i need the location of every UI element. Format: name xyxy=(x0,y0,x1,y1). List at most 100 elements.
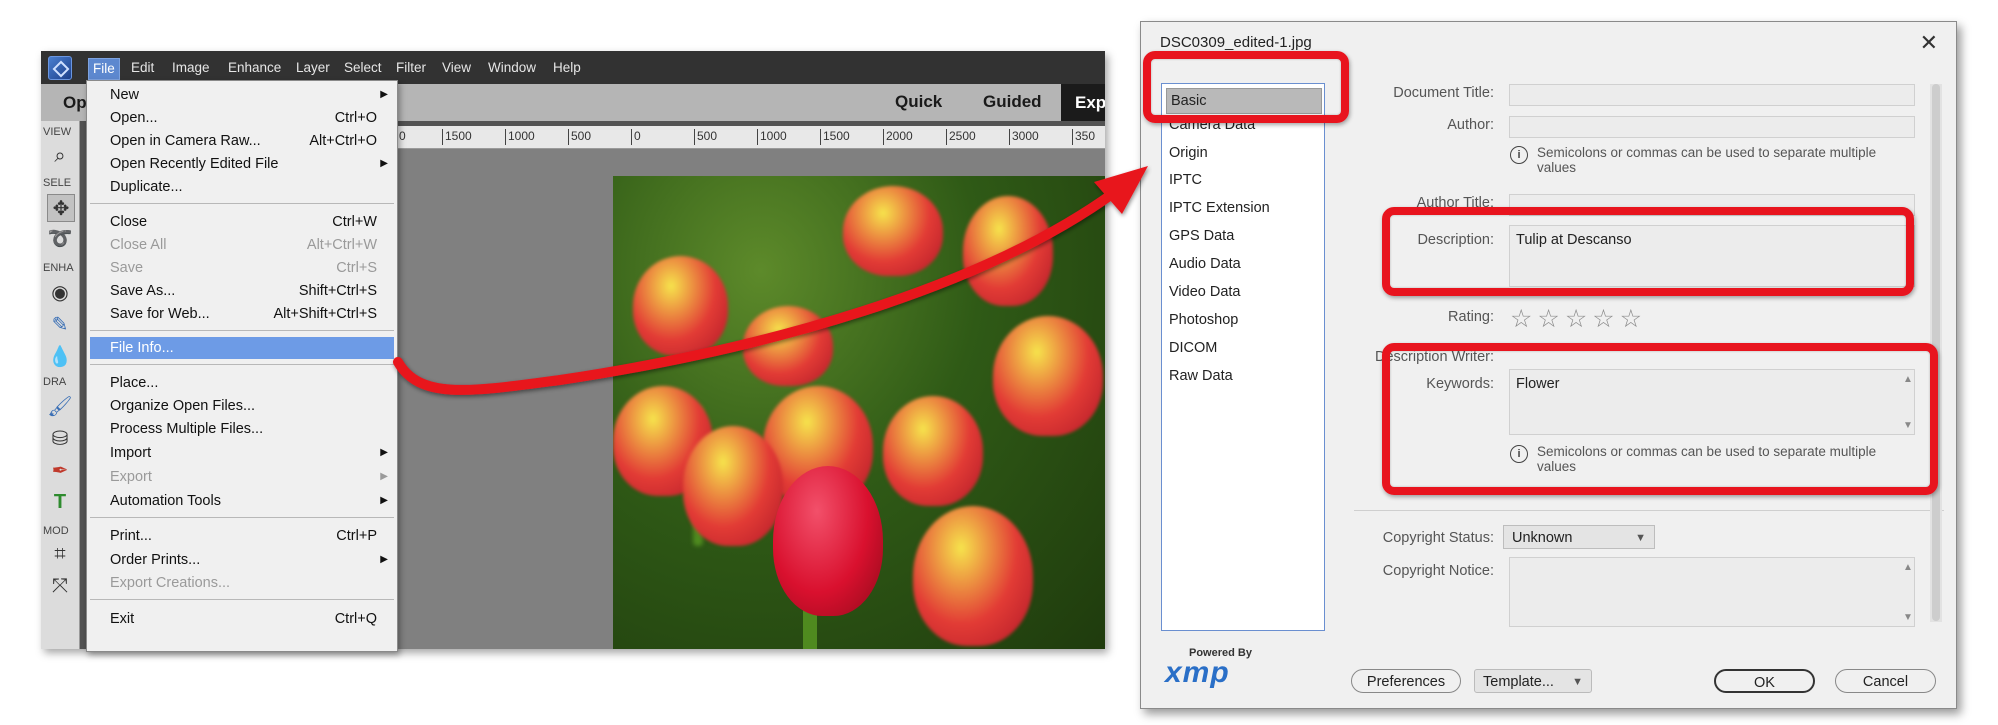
menu-item-place[interactable]: Place... xyxy=(87,372,397,394)
template-button[interactable]: Template... ▼ xyxy=(1474,669,1592,693)
menu-item-shortcut: Ctrl+O xyxy=(334,110,377,126)
menu-item-export-creations: Export Creations... xyxy=(87,572,397,594)
menu-item-open-recent[interactable]: Open Recently Edited File ▶ xyxy=(87,153,397,175)
author-label: Author: xyxy=(1447,117,1494,133)
category-photoshop[interactable]: Photoshop xyxy=(1169,312,1238,328)
tools-panel: VIEW ⌕ SELE ✥ ➰ ENHA ◉ ✎ 💧 DRA 🖌 ⛁ ✒ T M… xyxy=(41,121,80,649)
scroll-down-icon[interactable]: ▼ xyxy=(1903,612,1913,623)
author-field[interactable] xyxy=(1509,116,1915,138)
category-origin[interactable]: Origin xyxy=(1169,145,1208,161)
close-icon[interactable]: ✕ xyxy=(1920,30,1938,56)
menu-file[interactable]: File xyxy=(88,58,120,80)
menu-item-exit[interactable]: Exit Ctrl+Q xyxy=(87,608,397,630)
ok-button[interactable]: OK xyxy=(1714,669,1815,693)
blur-tool-icon[interactable]: 💧 xyxy=(47,343,73,369)
menu-item-label: Organize Open Files... xyxy=(110,398,256,414)
mode-guided[interactable]: Guided xyxy=(983,92,1042,112)
menu-item-automation-tools[interactable]: Automation Tools ▶ xyxy=(87,490,397,512)
menu-filter[interactable]: Filter xyxy=(396,59,426,77)
menu-edit[interactable]: Edit xyxy=(131,59,154,77)
move-tool-icon[interactable]: ✥ xyxy=(47,194,75,222)
menu-item-label: Export xyxy=(110,469,152,485)
tulip xyxy=(683,426,783,546)
brush-tool-icon[interactable]: 🖌 xyxy=(47,393,73,419)
ruler-tick: 1500 xyxy=(442,129,472,145)
menu-item-label: Close xyxy=(110,214,148,230)
menu-item-close[interactable]: Close Ctrl+W xyxy=(87,211,397,233)
menu-layer[interactable]: Layer xyxy=(296,59,330,77)
menu-item-shortcut: Ctrl+P xyxy=(336,528,377,544)
menu-item-open-camera-raw[interactable]: Open in Camera Raw... Alt+Ctrl+O xyxy=(87,130,397,152)
rating-stars[interactable]: ☆☆☆☆☆ xyxy=(1510,304,1647,334)
app-logo-icon xyxy=(48,56,72,80)
mode-expert[interactable]: Exp xyxy=(1061,84,1105,121)
paint-bucket-icon[interactable]: ⛁ xyxy=(47,425,73,451)
menu-item-label: Open Recently Edited File xyxy=(110,156,279,172)
copyright-status-select[interactable]: Unknown ▼ xyxy=(1503,525,1655,549)
mode-quick[interactable]: Quick xyxy=(895,92,942,112)
category-iptc-extension[interactable]: IPTC Extension xyxy=(1169,200,1270,216)
menu-separator xyxy=(90,330,394,331)
menu-item-label: Open in Camera Raw... xyxy=(110,133,261,149)
menu-item-label: Close All xyxy=(110,237,167,253)
menu-item-open[interactable]: Open... Ctrl+O xyxy=(87,107,397,129)
healing-brush-icon[interactable]: ✎ xyxy=(47,311,73,337)
menu-help[interactable]: Help xyxy=(553,59,581,77)
submenu-arrow-icon: ▶ xyxy=(380,471,388,482)
type-tool-icon[interactable]: T xyxy=(47,489,73,515)
menu-view[interactable]: View xyxy=(442,59,471,77)
ruler-tick: 500 xyxy=(568,129,591,145)
scroll-up-icon[interactable]: ▲ xyxy=(1903,562,1913,573)
menu-item-new[interactable]: New ▶ xyxy=(87,84,397,106)
menu-item-process-multiple-files[interactable]: Process Multiple Files... xyxy=(87,418,397,440)
author-note: Semicolons or commas can be used to sepa… xyxy=(1537,145,1877,175)
menu-item-file-info[interactable]: File Info... xyxy=(90,337,394,359)
category-iptc[interactable]: IPTC xyxy=(1169,172,1202,188)
file-menu-dropdown: New ▶ Open... Ctrl+O Open in Camera Raw.… xyxy=(86,80,398,652)
menu-image[interactable]: Image xyxy=(172,59,210,77)
section-view: VIEW xyxy=(43,126,72,138)
menu-item-save: Save Ctrl+S xyxy=(87,257,397,279)
menu-item-save-as[interactable]: Save As... Shift+Ctrl+S xyxy=(87,280,397,302)
ruler-tick: 2000 xyxy=(883,129,913,145)
menu-window[interactable]: Window xyxy=(488,59,536,77)
menu-item-order-prints[interactable]: Order Prints... ▶ xyxy=(87,549,397,571)
submenu-arrow-icon: ▶ xyxy=(380,495,388,506)
menu-item-label: File Info... xyxy=(110,340,174,356)
tulip-photo[interactable] xyxy=(613,176,1105,649)
menu-item-shortcut: Ctrl+Q xyxy=(334,611,377,627)
keywords-highlight-box xyxy=(1382,343,1938,495)
document-title-field[interactable] xyxy=(1509,84,1915,106)
xmp-logo-text: xmp xyxy=(1165,656,1230,689)
category-video-data[interactable]: Video Data xyxy=(1169,284,1240,300)
menu-enhance[interactable]: Enhance xyxy=(228,59,281,77)
menu-item-shortcut: Ctrl+S xyxy=(336,260,377,276)
menu-item-duplicate[interactable]: Duplicate... xyxy=(87,176,397,198)
menu-item-save-for-web[interactable]: Save for Web... Alt+Shift+Ctrl+S xyxy=(87,303,397,325)
basic-highlight-box xyxy=(1143,51,1349,123)
recompose-tool-icon[interactable]: ⤧ xyxy=(47,573,73,599)
category-dicom[interactable]: DICOM xyxy=(1169,340,1217,356)
menu-item-print[interactable]: Print... Ctrl+P xyxy=(87,525,397,547)
red-eye-tool-icon[interactable]: ◉ xyxy=(47,279,73,305)
category-raw-data[interactable]: Raw Data xyxy=(1169,368,1233,384)
menu-item-label: New xyxy=(110,87,140,103)
category-audio-data[interactable]: Audio Data xyxy=(1169,256,1241,272)
zoom-tool-icon[interactable]: ⌕ xyxy=(47,143,73,169)
chevron-down-icon: ▼ xyxy=(1635,532,1646,544)
cancel-button[interactable]: Cancel xyxy=(1835,669,1936,693)
copyright-notice-field[interactable] xyxy=(1509,557,1915,627)
lasso-tool-icon[interactable]: ➰ xyxy=(47,225,73,251)
menu-item-label: Place... xyxy=(110,375,159,391)
preferences-button[interactable]: Preferences xyxy=(1351,669,1461,693)
menu-item-label: Duplicate... xyxy=(110,179,183,195)
category-gps-data[interactable]: GPS Data xyxy=(1169,228,1234,244)
ruler-tick: 500 xyxy=(694,129,717,145)
menu-item-label: Order Prints... xyxy=(110,552,201,568)
menu-item-import[interactable]: Import ▶ xyxy=(87,442,397,464)
submenu-arrow-icon: ▶ xyxy=(380,158,388,169)
eyedropper-icon[interactable]: ✒ xyxy=(47,457,73,483)
menu-item-organize-open-files[interactable]: Organize Open Files... xyxy=(87,395,397,417)
crop-tool-icon[interactable]: ⌗ xyxy=(47,541,73,567)
menu-select[interactable]: Select xyxy=(344,59,382,77)
